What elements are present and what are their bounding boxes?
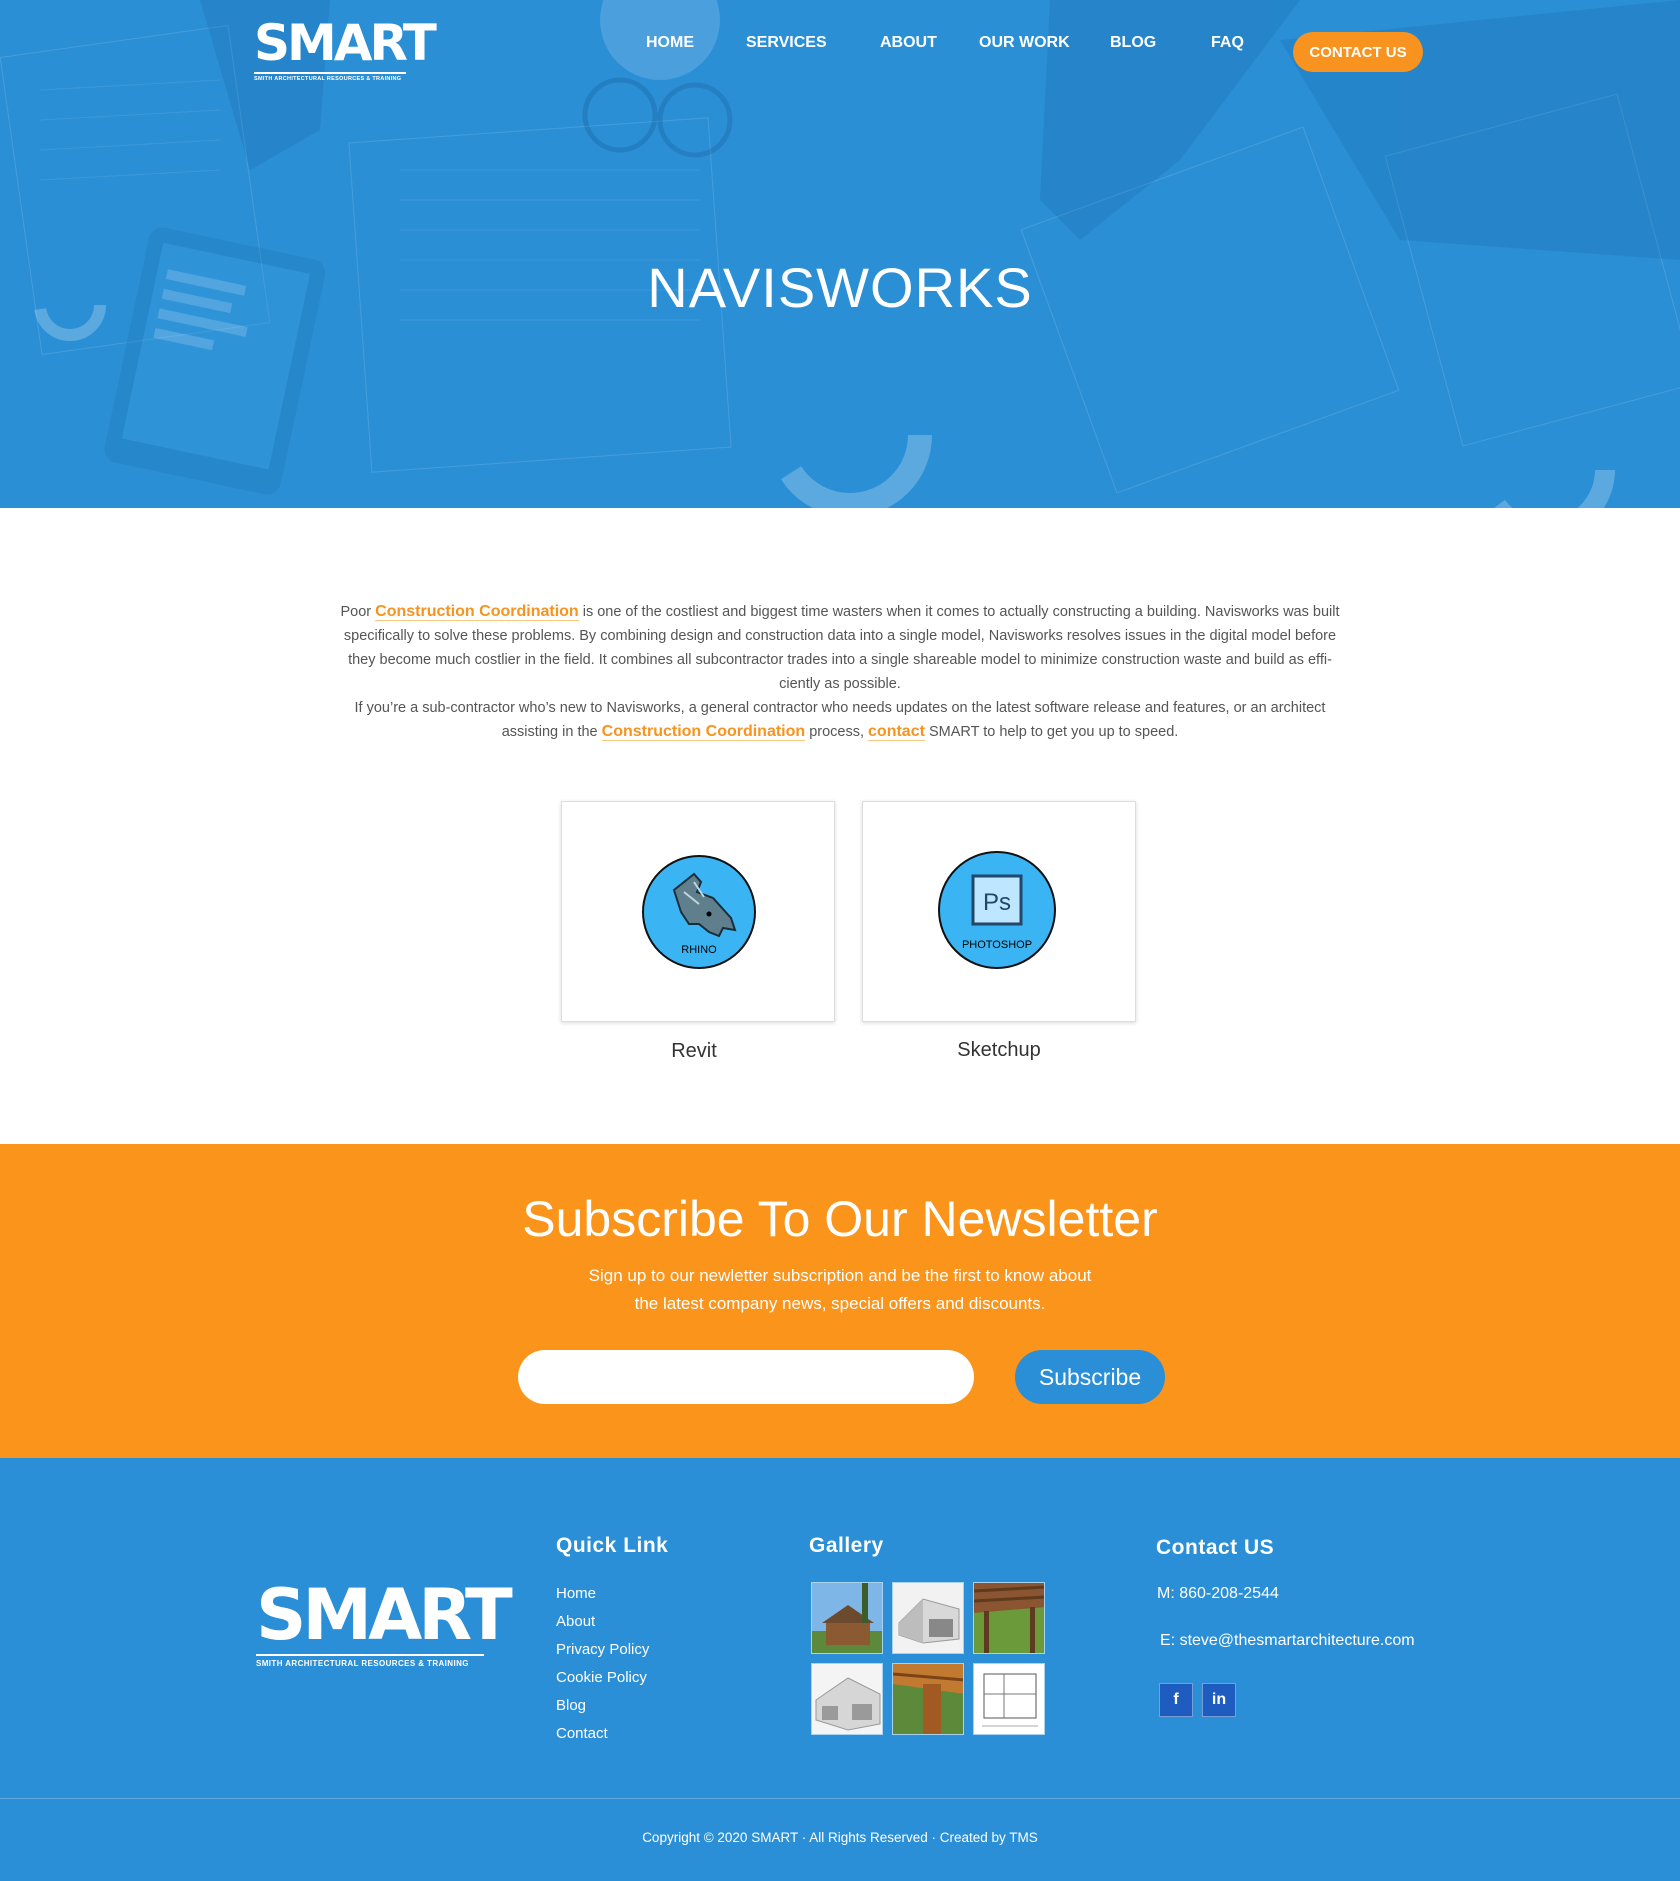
facebook-icon[interactable]: f xyxy=(1159,1683,1193,1717)
gallery-thumbnail[interactable] xyxy=(892,1663,964,1735)
contact-heading: Contact US xyxy=(1156,1536,1275,1559)
gallery-image-floorplan xyxy=(974,1664,1044,1734)
nav-about[interactable]: ABOUT xyxy=(880,34,937,52)
newsletter-section: Subscribe To Our Newsletter Sign up to o… xyxy=(0,1144,1680,1458)
footer-link-about[interactable]: About xyxy=(556,1608,649,1636)
footer: SMART SMITH ARCHITECTURAL RESOURCES & TR… xyxy=(0,1458,1680,1881)
footer-link-blog[interactable]: Blog xyxy=(556,1692,649,1720)
logo-subtitle: SMITH ARCHITECTURAL RESOURCES & TRAINING xyxy=(254,76,402,82)
nav-blog[interactable]: BLOG xyxy=(1110,34,1156,52)
gallery-image-pavilion xyxy=(974,1583,1044,1653)
construction-coordination-link-2[interactable]: Construction Coordination xyxy=(601,723,806,741)
copyright-text: Copyright © 2020 SMART · All Rights Rese… xyxy=(642,1830,1038,1845)
contact-email[interactable]: E: steve@thesmartarchitecture.com xyxy=(1160,1632,1415,1650)
newsletter-title: Subscribe To Our Newsletter xyxy=(522,1191,1158,1247)
nav-our-work[interactable]: OUR WORK xyxy=(979,34,1070,52)
newsletter-description: Sign up to our newletter subscription an… xyxy=(0,1262,1680,1318)
hero-banner: SMART SMITH ARCHITECTURAL RESOURCES & TR… xyxy=(0,0,1680,508)
logo-wordmark: SMART xyxy=(254,14,437,72)
footer-logo-wordmark: SMART xyxy=(256,1574,513,1656)
intro-text-span: process, xyxy=(805,724,869,740)
intro-paragraph-1: Poor Construction Coordination is one of… xyxy=(340,600,1340,696)
gallery-thumbnail[interactable] xyxy=(973,1663,1045,1735)
card-label-revit: Revit xyxy=(671,1040,717,1062)
hero-background-image xyxy=(0,0,1680,508)
footer-link-privacy-policy[interactable]: Privacy Policy xyxy=(556,1636,649,1664)
contact-link[interactable]: contact xyxy=(868,723,925,741)
rhino-badge-label: RHINO xyxy=(681,944,717,956)
photoshop-glyph: Ps xyxy=(983,889,1011,916)
footer-logo-subtitle: SMITH ARCHITECTURAL RESOURCES & TRAINING xyxy=(256,1659,469,1668)
nav-home[interactable]: HOME xyxy=(646,34,694,52)
photoshop-icon: Ps PHOTOSHOP xyxy=(938,851,1056,969)
footer-link-cookie-policy[interactable]: Cookie Policy xyxy=(556,1664,649,1692)
intro-text-span: SMART to help to get you up to speed. xyxy=(924,724,1179,740)
footer-divider xyxy=(0,1798,1680,1799)
nav-faq[interactable]: FAQ xyxy=(1211,34,1244,52)
photoshop-badge-label: PHOTOSHOP xyxy=(962,939,1032,951)
page-title: NAVISWORKS xyxy=(647,256,1033,319)
footer-link-home[interactable]: Home xyxy=(556,1580,649,1608)
gallery-thumbnail[interactable] xyxy=(892,1582,964,1654)
quick-link-heading: Quick Link xyxy=(556,1534,669,1557)
gallery-thumbnail[interactable] xyxy=(811,1582,883,1654)
quick-links-list: Home About Privacy Policy Cookie Policy … xyxy=(556,1580,649,1748)
contact-phone[interactable]: M: 860-208-2544 xyxy=(1157,1585,1279,1603)
logo-underline xyxy=(254,72,406,74)
card-label-sketchup: Sketchup xyxy=(957,1039,1041,1061)
footer-link-contact[interactable]: Contact xyxy=(556,1720,649,1748)
gallery-image-cabin xyxy=(812,1583,882,1653)
gallery-heading: Gallery xyxy=(809,1534,884,1557)
intro-text-span: Poor xyxy=(340,604,376,620)
newsletter-line-1: Sign up to our newletter subscription an… xyxy=(588,1266,1092,1285)
nav-services[interactable]: SERVICES xyxy=(746,34,827,52)
gallery-thumbnail[interactable] xyxy=(811,1663,883,1735)
rhino-icon: RHINO xyxy=(642,855,756,969)
newsletter-line-2: the latest company news, special offers … xyxy=(634,1294,1046,1313)
software-card-sketchup[interactable]: Ps PHOTOSHOP xyxy=(862,801,1136,1022)
newsletter-email-input[interactable] xyxy=(518,1350,974,1404)
gallery-thumbnail[interactable] xyxy=(973,1582,1045,1654)
gallery-image-render xyxy=(893,1583,963,1653)
gallery-image-render-2 xyxy=(812,1664,882,1734)
intro-text: Poor Construction Coordination is one of… xyxy=(340,600,1340,744)
linkedin-icon[interactable]: in xyxy=(1202,1683,1236,1717)
construction-coordination-link[interactable]: Construction Coordination xyxy=(375,603,579,621)
header-logo[interactable]: SMART SMITH ARCHITECTURAL RESOURCES & TR… xyxy=(254,14,437,86)
subscribe-button[interactable]: Subscribe xyxy=(1015,1350,1165,1404)
gallery-image-timber xyxy=(893,1664,963,1734)
software-card-revit[interactable]: RHINO xyxy=(561,801,835,1022)
footer-logo[interactable]: SMART SMITH ARCHITECTURAL RESOURCES & TR… xyxy=(256,1574,513,1668)
contact-us-button[interactable]: CONTACT US xyxy=(1293,32,1423,72)
intro-paragraph-2: If you’re a sub-contractor who’s new to … xyxy=(340,696,1340,744)
